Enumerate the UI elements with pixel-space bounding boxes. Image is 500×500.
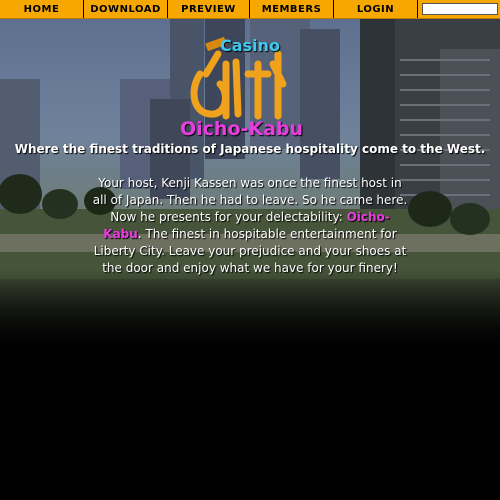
nav-login[interactable]: LOGIN [334,0,418,18]
nav-preview[interactable]: PREVIEW [168,0,250,18]
background-fade [0,269,500,349]
casino-label: Casino [220,36,280,55]
top-nav: HOME DOWNLOAD PREVIEW MEMBERS LOGIN [0,0,500,19]
brand-name: Oicho-Kabu [180,118,304,140]
nav-home[interactable]: HOME [0,0,84,18]
intro-paragraph: Your host, Kenji Kassen was once the fin… [92,175,408,277]
intro-text-part2: . The finest in hospitable entertainment… [93,227,407,275]
nav-members[interactable]: MEMBERS [250,0,334,18]
search-input[interactable] [422,3,498,15]
tagline: Where the finest traditions of Japanese … [14,142,486,156]
nav-download[interactable]: DOWNLOAD [84,0,168,18]
